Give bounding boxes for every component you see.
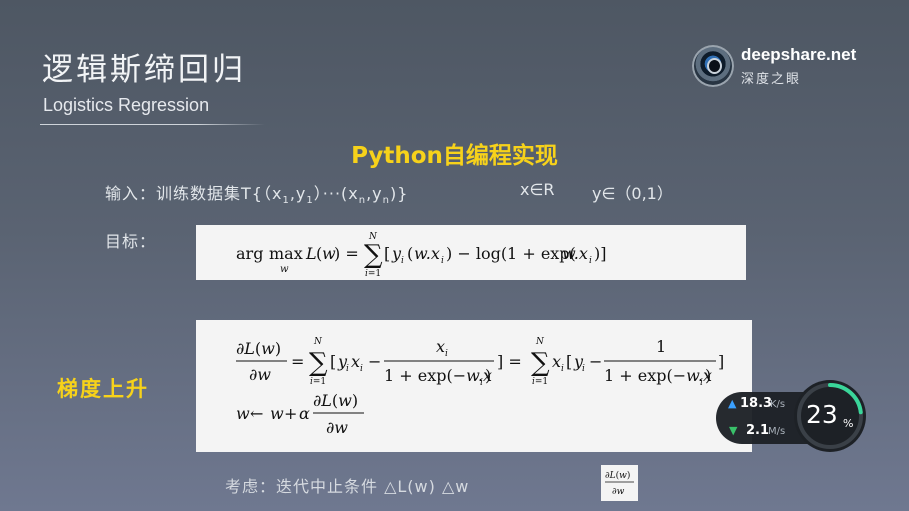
svg-text:w: w <box>280 264 289 275</box>
input-line: 输入：训练数据集T{（x1,y1）···(xn,yn)} <box>105 180 408 206</box>
upload-speed: 18.3 <box>740 396 773 411</box>
slide-subtitle: Logistics Regression <box>43 95 210 115</box>
svg-text:i=1: i=1 <box>532 377 548 387</box>
svg-text:α: α <box>299 404 310 423</box>
svg-text:∂w: ∂w <box>249 365 271 384</box>
cpu-usage-value: 23 <box>806 400 838 429</box>
svg-text:x: x <box>436 337 445 356</box>
input-text: ,y <box>289 184 307 203</box>
svg-text:N: N <box>313 337 323 347</box>
input-sub: n <box>358 195 367 207</box>
input-text: ）···(x <box>313 184 359 203</box>
svg-text:i: i <box>700 378 703 388</box>
svg-text:i: i <box>441 256 444 266</box>
download-speed: 2.1 <box>746 423 770 438</box>
svg-text:∂L(w): ∂L(w) <box>605 470 630 481</box>
cpu-usage-percent-sign: % <box>843 417 854 430</box>
brand-name: deepshare.net <box>741 45 857 64</box>
input-text: )} <box>390 184 409 203</box>
svg-text:i: i <box>582 364 585 374</box>
svg-text:L: L <box>305 244 317 263</box>
svg-text:] =: ] = <box>497 352 522 371</box>
svg-text:i: i <box>346 364 349 374</box>
svg-text:1: 1 <box>656 337 666 356</box>
svg-text:1 + exp(−w.x: 1 + exp(−w.x <box>384 366 492 385</box>
svg-text:)]: )] <box>594 244 606 263</box>
svg-text:=: = <box>291 352 304 371</box>
brand-logo-pupil <box>707 58 722 74</box>
svg-text:) =: ) = <box>334 244 359 263</box>
svg-text:w.x: w.x <box>414 244 440 263</box>
svg-text:[: [ <box>566 352 572 371</box>
input-sub: 1 <box>306 195 314 207</box>
svg-text:i=1: i=1 <box>310 377 326 387</box>
svg-text:[: [ <box>330 352 336 371</box>
svg-text:i=1: i=1 <box>365 269 381 279</box>
svg-text:) − log(1 + exp(: ) − log(1 + exp( <box>446 244 576 263</box>
svg-text:−: − <box>589 352 602 371</box>
section-title: Python自编程实现 <box>351 143 558 169</box>
svg-text:∑: ∑ <box>364 240 383 270</box>
svg-text:]: ] <box>718 352 724 371</box>
svg-text:∂w: ∂w <box>612 487 625 497</box>
svg-text:[: [ <box>384 244 390 263</box>
input-sub: n <box>382 195 390 207</box>
svg-text:←: ← <box>250 404 263 423</box>
svg-text:+: + <box>284 404 297 423</box>
svg-text:): ) <box>485 366 491 385</box>
svg-text:−: − <box>368 352 381 371</box>
svg-text:∑: ∑ <box>309 348 328 378</box>
y-domain: y∈（0,1） <box>592 184 673 203</box>
input-sub: 1 <box>282 195 290 207</box>
x-domain: x∈R <box>520 180 555 199</box>
svg-text:1 + exp(−w.x: 1 + exp(−w.x <box>604 366 712 385</box>
svg-text:i: i <box>480 378 483 388</box>
svg-text:x: x <box>552 352 561 371</box>
download-unit: M/s <box>768 426 786 437</box>
svg-text:arg: arg <box>236 244 263 263</box>
objective-formula: arg max w L ( w ) = N ∑ i=1 [ y i ( w.x … <box>196 225 746 280</box>
svg-text:(: ( <box>407 244 413 263</box>
svg-text:i: i <box>445 349 448 359</box>
target-label: 目标： <box>105 232 157 251</box>
title-divider <box>40 124 265 125</box>
upload-arrow-icon: ▲ <box>728 397 737 410</box>
svg-text:max: max <box>269 244 303 263</box>
input-label: 输入： <box>105 184 157 203</box>
stop-condition-text: 考虑：迭代中止条件 △L(w) △w <box>225 477 470 496</box>
svg-text:w.x: w.x <box>562 244 588 263</box>
svg-text:i: i <box>401 256 404 266</box>
upload-unit: K/s <box>770 399 786 410</box>
gradient-fraction: ∂L(w) ∂w <box>601 465 638 501</box>
download-arrow-icon: ▼ <box>729 424 738 437</box>
svg-text:N: N <box>535 337 545 347</box>
input-text: 训练数据集T{（x <box>156 184 283 203</box>
svg-text:x: x <box>351 352 360 371</box>
input-text: ,y <box>366 184 383 203</box>
svg-text:∂L(w): ∂L(w) <box>313 391 358 410</box>
svg-text:∂w: ∂w <box>326 418 348 437</box>
svg-text:i: i <box>561 364 564 374</box>
svg-text:w: w <box>236 404 250 423</box>
gradient-ascent-label: 梯度上升 <box>57 377 149 401</box>
gradient-formula: ∂L(w) ∂w = N ∑ i=1 [ y i x i − x i 1 + e… <box>196 320 752 452</box>
svg-text:∑: ∑ <box>531 348 550 378</box>
svg-text:∂L(w): ∂L(w) <box>236 339 281 358</box>
svg-text:i: i <box>589 256 592 266</box>
svg-text:w: w <box>270 404 284 423</box>
svg-text:): ) <box>705 366 711 385</box>
brand-tagline: 深度之眼 <box>741 72 802 87</box>
slide-title: 逻辑斯缔回归 <box>42 52 246 88</box>
svg-text:i: i <box>360 364 363 374</box>
